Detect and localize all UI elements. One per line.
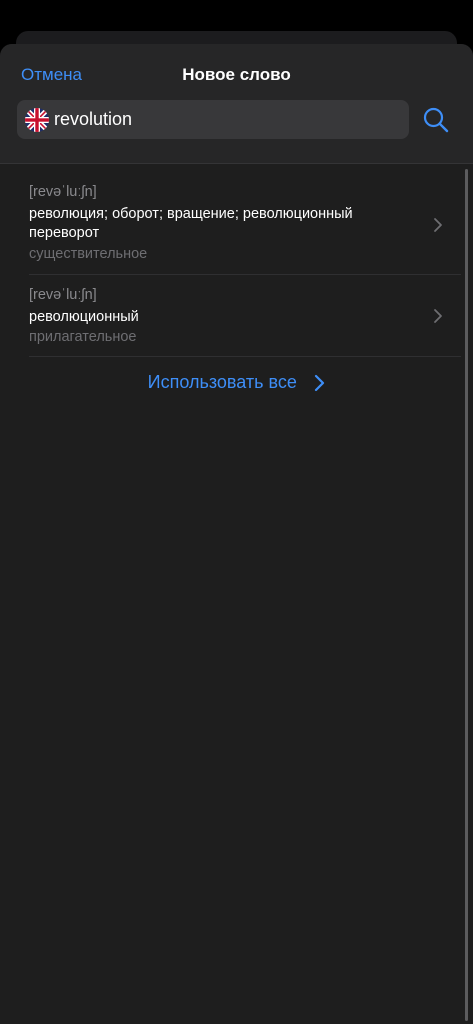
chevron-right-icon [434, 309, 442, 323]
search-input[interactable]: revolution [17, 100, 409, 139]
entry-phonetic: [revəˈluːʃn] [29, 184, 97, 200]
entry-part-of-speech: существительное [29, 246, 148, 262]
entry-translation: революция; оборот; вращение; революционн… [29, 206, 353, 241]
list-item[interactable]: [revəˈluːʃn] революционный прилагательно… [29, 275, 461, 357]
search-icon[interactable] [422, 106, 450, 134]
use-all-button[interactable]: Использовать все [0, 372, 473, 402]
use-all-label: Использовать все [147, 372, 297, 392]
chevron-right-icon [315, 374, 325, 391]
list-item[interactable]: [revəˈluːʃn] революция; оборот; вращение… [29, 164, 461, 275]
chevron-right-icon [434, 218, 442, 232]
sheet-header: Отмена Новое слово revolution [0, 44, 473, 164]
translation-list: [revəˈluːʃn] революция; оборот; вращение… [0, 164, 473, 357]
scrollbar[interactable] [465, 169, 468, 1021]
entry-phonetic: [revəˈluːʃn] [29, 287, 97, 303]
search-input-value[interactable]: revolution [54, 100, 132, 139]
new-word-sheet: Отмена Новое слово revolution [revəˈluːʃ… [0, 44, 473, 1024]
entry-translation: революционный [29, 309, 139, 325]
cancel-button[interactable]: Отмена [21, 65, 82, 85]
uk-flag-icon[interactable] [25, 108, 49, 132]
entry-part-of-speech: прилагательное [29, 329, 137, 345]
